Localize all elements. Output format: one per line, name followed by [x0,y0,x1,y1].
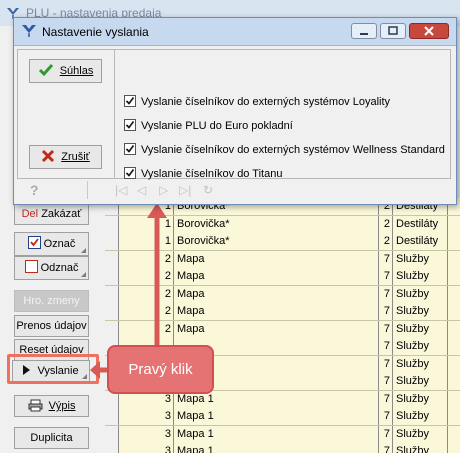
checkbox-label: Vyslanie číselníkov do Titanu [141,168,283,180]
checkbox-checked-icon[interactable] [124,95,136,107]
dialog-content-panel: Súhlas Zrušiť Vyslanie číselníkov do ext… [17,49,451,182]
help-icon[interactable]: ? [30,182,39,198]
dialog-divider [114,50,115,178]
app-logo-icon [22,25,36,37]
maximize-button[interactable] [380,23,406,39]
nastavenie-vyslania-dialog: Nastavenie vyslania Súhlas Zrušiť Vyslan… [13,17,457,205]
dialog-footer: ? |◁ ◁ ▷ ▷| ↻ [17,181,451,201]
callout-text: Pravý klik [128,361,193,378]
checkbox-label: Vyslanie číselníkov do externých systémo… [141,96,391,108]
arrow-head-up-icon [147,203,167,218]
suhlas-label: Súhlas [59,65,94,77]
minimize-button[interactable] [351,23,377,39]
suhlas-button[interactable]: Súhlas [29,59,102,83]
minimize-icon [360,33,368,35]
zrusit-button[interactable]: Zrušiť [29,145,102,169]
next-record-icon[interactable]: ▷ [159,183,168,197]
checkmark-icon [38,63,54,85]
red-x-icon [41,149,55,171]
callout-bubble: Pravý klik [107,345,214,394]
checkbox-label: Vyslanie PLU do Euro pokladní [141,120,293,132]
arrow-head-left-icon [90,361,100,379]
dialog-titlebar[interactable]: Nastavenie vyslania [14,18,456,46]
prev-record-icon[interactable]: ◁ [137,183,146,197]
checkbox-option[interactable]: Vyslanie PLU do Euro pokladní [124,118,293,134]
checkbox-checked-icon[interactable] [124,167,136,179]
dialog-title: Nastavenie vyslania [42,25,149,39]
checkbox-checked-icon[interactable] [124,143,136,155]
maximize-icon [388,26,398,35]
checkbox-checked-icon[interactable] [124,119,136,131]
checkbox-option[interactable]: Vyslanie číselníkov do externých systémo… [124,142,445,158]
checkbox-option[interactable]: Vyslanie číselníkov do externých systémo… [124,94,390,110]
last-record-icon[interactable]: ▷| [179,183,191,197]
checkbox-option[interactable]: Vyslanie číselníkov do Titanu [124,166,282,182]
zrusit-label: Zrušiť [61,151,90,163]
close-button[interactable] [409,23,449,39]
refresh-icon[interactable]: ↻ [203,183,213,197]
first-record-icon[interactable]: |◁ [115,183,127,197]
footer-divider [87,181,88,199]
checkbox-label: Vyslanie číselníkov do externých systémo… [141,144,445,156]
close-icon [424,26,434,36]
